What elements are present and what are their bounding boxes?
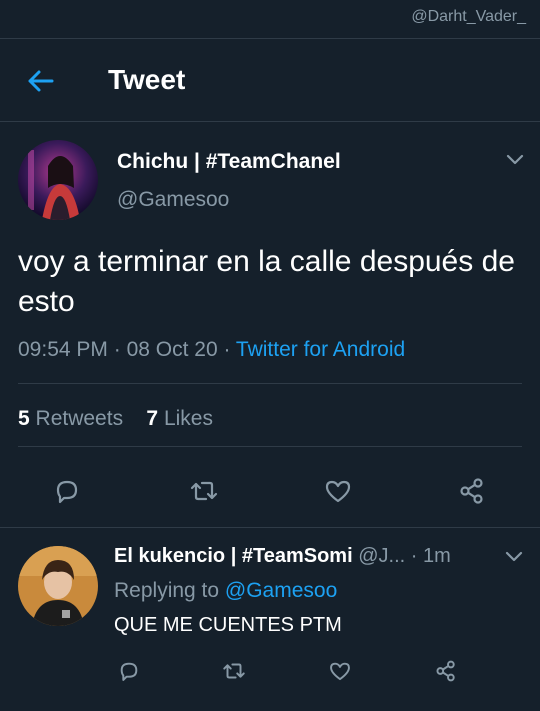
reply-text: QUE ME CUENTES PTM [114, 614, 342, 636]
divider [18, 383, 522, 384]
retweet-icon [223, 663, 245, 679]
retweets-stat[interactable]: 5 Retweets [18, 407, 123, 430]
reply-retweet-button[interactable] [221, 658, 247, 684]
reply-author-name[interactable]: El kukencio | #TeamSomi [114, 545, 353, 567]
share-icon [460, 478, 483, 504]
back-button[interactable] [22, 63, 58, 99]
heart-icon [325, 480, 351, 503]
tweet-time: 09:54 PM [18, 338, 108, 361]
retweets-label: Retweets [35, 407, 124, 430]
arrow-left-icon [28, 70, 54, 92]
meta-separator: · [217, 338, 236, 361]
author-avatar[interactable] [18, 140, 98, 220]
watermark: @Darht_Vader_ [411, 8, 526, 25]
tweet-text: voy a terminar en la calle después de es… [18, 245, 515, 318]
reply-menu-button[interactable] [503, 545, 525, 567]
likes-count: 7 [146, 407, 159, 430]
share-button[interactable] [456, 475, 488, 507]
tweet-date: 08 Oct 20 [126, 338, 218, 361]
chevron-down-icon [505, 551, 523, 562]
replying-to-label: Replying to [114, 579, 220, 602]
retweet-icon [190, 481, 218, 501]
author-handle[interactable]: @Gamesoo [117, 188, 229, 212]
reply-author-avatar[interactable] [18, 546, 98, 626]
divider [0, 527, 540, 528]
reply-author-line: El kukencio | #TeamSomi @J... · 1m [114, 545, 451, 568]
tweet-menu-button[interactable] [504, 148, 526, 170]
reply-author-handle[interactable]: @J... [358, 545, 405, 567]
reply-reply-button[interactable] [116, 658, 142, 684]
reply-like-button[interactable] [327, 658, 353, 684]
retweet-button[interactable] [188, 475, 220, 507]
replying-to-handle[interactable]: @Gamesoo [225, 579, 337, 602]
reply-button[interactable] [51, 475, 83, 507]
page-title: Tweet [108, 64, 186, 95]
divider [18, 446, 522, 447]
retweets-count: 5 [18, 407, 30, 430]
tweet-meta: 09:54 PM · 08 Oct 20 · Twitter for Andro… [18, 338, 405, 362]
author-name[interactable]: Chichu | #TeamChanel [117, 150, 341, 174]
meta-separator: · [107, 338, 127, 361]
heart-icon [330, 662, 350, 681]
replying-to: Replying to @Gamesoo [114, 579, 337, 603]
reply-age: · 1m [410, 545, 451, 567]
tweet-stats: 5 Retweets 7 Likes [18, 407, 213, 431]
tweet-source-link[interactable]: Twitter for Android [236, 338, 405, 361]
chevron-down-icon [506, 154, 524, 165]
reply-share-button[interactable] [433, 658, 459, 684]
likes-label: Likes [163, 407, 213, 430]
share-icon [436, 660, 455, 682]
likes-stat[interactable]: 7 Likes [146, 407, 213, 430]
like-button[interactable] [322, 475, 354, 507]
top-bar: Tweet [0, 38, 540, 122]
comment-icon [56, 480, 78, 504]
comment-icon [120, 662, 138, 681]
